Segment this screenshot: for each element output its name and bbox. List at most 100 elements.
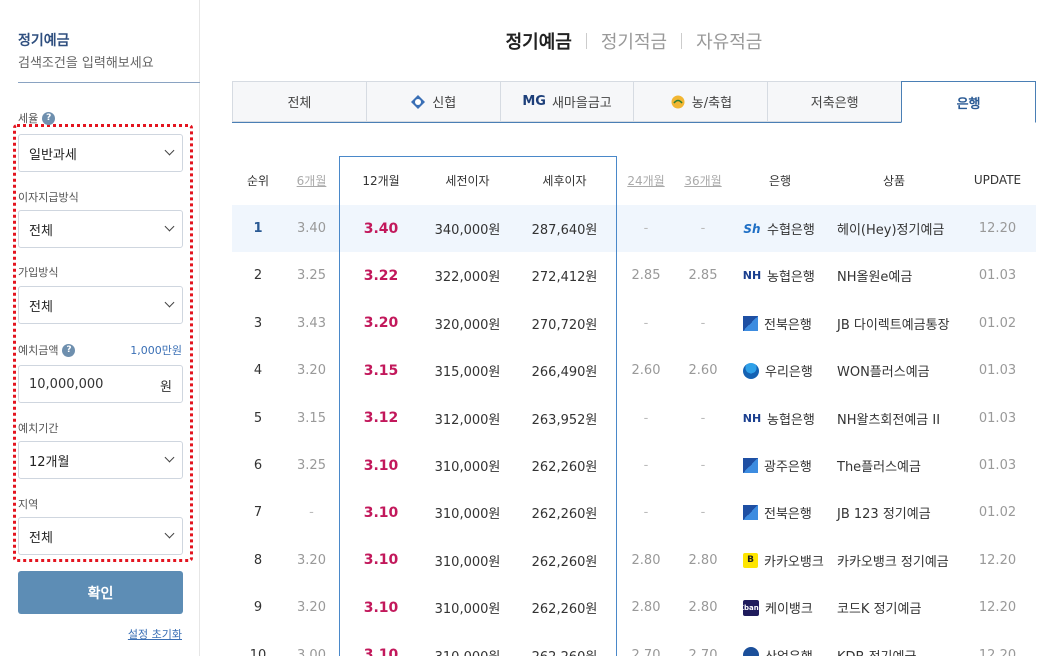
aftertax-interest-cell: 262,260원 xyxy=(531,554,598,570)
tab-saemaeul[interactable]: MG 새마을금고 xyxy=(499,81,634,122)
product-name-link[interactable]: NH올원e예금 xyxy=(829,266,959,285)
pretax-interest-cell: 310,000원 xyxy=(434,460,501,475)
kakaobank-logo-icon: B xyxy=(743,552,758,568)
rate-6m-cell: 3.25 xyxy=(297,458,326,473)
rate-36m-cell: - xyxy=(700,410,706,426)
table-row[interactable]: 7 - 3.10 310,000원 262,260원 - - 전북은행 JB 123 정기예금 0… xyxy=(232,489,1036,536)
bank-name: 우리은행 xyxy=(765,365,813,381)
confirm-button[interactable]: 확인 xyxy=(18,571,183,614)
rate-12m-cell: 3.10 xyxy=(363,504,399,521)
tab-all[interactable]: 전체 xyxy=(232,81,366,122)
pretax-interest-cell: 322,000원 xyxy=(434,270,501,286)
header-6m[interactable]: 6개월 xyxy=(284,172,339,189)
bank-cell[interactable]: Kbank 케이뱅크 xyxy=(731,598,829,617)
rate-6m-cell: 3.20 xyxy=(297,363,326,379)
table-row[interactable]: 3 3.43 3.20 320,000원 270,720원 - - 전북은행 JB 다이렉트예금… xyxy=(232,300,1036,347)
tax-select[interactable]: 일반과세 xyxy=(18,134,183,172)
amount-input[interactable]: 10,000,000 원 xyxy=(18,365,183,403)
rate-24m-cell: 2.60 xyxy=(631,363,661,379)
kbank-logo-icon: Kbank xyxy=(739,599,763,616)
table-row[interactable]: 10 3.00 3.10 310,000원262,260원 2.70 2.70 산업은행 KD… xyxy=(232,632,1036,656)
rate-6m-cell: 3.25 xyxy=(297,268,326,284)
product-name-link[interactable]: JB 다이렉트예금통장 xyxy=(829,314,959,333)
product-name-link[interactable]: 헤이(Hey)정기예금 xyxy=(829,219,959,238)
product-name-link[interactable]: NH왈츠회전예금 II xyxy=(829,409,959,428)
table-row[interactable]: 6 3.25 3.10 310,000원 262,260원 - - 광주은행 The플러스예금 0… xyxy=(232,442,1036,489)
bank-cell[interactable]: NH 농협은행 xyxy=(731,409,829,428)
jb-logo-icon xyxy=(743,315,758,331)
rate-36m-cell: 2.80 xyxy=(688,552,718,568)
rate-12m-cell: 3.40 xyxy=(363,220,399,237)
rate-12m-cell: 3.10 xyxy=(363,457,399,474)
bank-cell[interactable]: 산업은행 xyxy=(731,646,829,656)
tax-label: 세율 ? xyxy=(18,110,56,126)
product-name-link[interactable]: The플러스예금 xyxy=(829,456,959,475)
interest-method-select[interactable]: 전체 xyxy=(18,210,183,248)
pretax-interest-cell: 312,000원 xyxy=(434,412,501,428)
bank-name: 카카오뱅크 xyxy=(764,554,824,570)
tab-free-savings[interactable]: 자유적금 xyxy=(696,28,762,54)
rank-cell: 1 xyxy=(253,221,263,236)
pretax-interest-cell: 315,000원 xyxy=(434,365,501,381)
rate-12m-cell: 3.20 xyxy=(363,315,399,332)
header-36m[interactable]: 36개월 xyxy=(675,172,731,189)
table-row[interactable]: 5 3.15 3.12 312,000원 263,952원 - - NH 농협은행 NH왈츠회전예… xyxy=(232,395,1036,442)
header-pretax: 세전이자 xyxy=(445,173,490,188)
rate-table-header: 순위 6개월 12개월 세전이자 세후이자 24개월 36개월 은행 상품 UP… xyxy=(232,157,1036,203)
tab-fixed-deposit[interactable]: 정기예금 xyxy=(506,28,572,54)
header-24m[interactable]: 24개월 xyxy=(617,172,675,189)
kwangju-logo-icon xyxy=(743,458,758,473)
rank-cell: 8 xyxy=(253,552,263,568)
bank-cell[interactable]: 광주은행 xyxy=(731,456,829,475)
product-type-tabs: 정기예금 정기적금 자유적금 xyxy=(232,28,1036,54)
bank-cell[interactable]: B 카카오뱅크 xyxy=(731,551,829,570)
table-row[interactable]: 4 3.20 3.15 315,000원 266,490원 2.60 2.60 우리은행 WON… xyxy=(232,347,1036,394)
tab-installment-savings[interactable]: 정기적금 xyxy=(601,28,667,54)
tab-nonghyup[interactable]: 농/축협 xyxy=(633,81,768,122)
rate-24m-cell: - xyxy=(643,505,649,521)
update-date-cell: 01.03 xyxy=(978,410,1017,426)
join-method-select[interactable]: 전체 xyxy=(18,286,183,324)
table-row[interactable]: 8 3.20 3.10 310,000원 262,260원 2.80 2.80 B 카카오뱅크 카… xyxy=(232,537,1036,584)
shinhyup-logo-icon xyxy=(411,94,426,109)
period-select[interactable]: 12개월 xyxy=(18,441,183,479)
table-row[interactable]: 1 3.40 3.40 340,000원 287,640원 - - Sh 수협은행 헤이(Hey)… xyxy=(232,205,1036,252)
rank-cell: 2 xyxy=(253,268,263,284)
rate-36m-cell: 2.80 xyxy=(688,600,718,616)
region-select[interactable]: 전체 xyxy=(18,517,183,555)
update-date-cell: 01.03 xyxy=(978,268,1017,284)
help-icon[interactable]: ? xyxy=(62,343,76,357)
product-name-link[interactable]: WON플러스예금 xyxy=(829,361,959,380)
bank-cell[interactable]: Sh 수협은행 xyxy=(731,219,829,239)
rate-36m-cell: - xyxy=(700,458,706,473)
rate-24m-cell: 2.70 xyxy=(631,647,661,656)
rate-36m-cell: 2.60 xyxy=(688,363,718,379)
nh-logo-icon: NH xyxy=(742,269,762,283)
table-row[interactable]: 9 3.20 3.10 310,000원 262,260원 2.80 2.80 Kbank 케이… xyxy=(232,584,1036,631)
bank-name: 전북은행 xyxy=(764,317,812,333)
product-name-link[interactable]: JB 123 정기예금 xyxy=(829,503,959,522)
product-name-link[interactable]: 카카오뱅크 정기예금 xyxy=(829,551,959,570)
header-12m[interactable]: 12개월 xyxy=(339,172,423,189)
rate-24m-cell: - xyxy=(643,221,649,236)
tab-savings-bank[interactable]: 저축은행 xyxy=(767,81,902,122)
update-date-cell: 01.02 xyxy=(978,505,1017,521)
bank-name: 전북은행 xyxy=(764,507,812,523)
bank-cell[interactable]: NH 농협은행 xyxy=(731,266,829,285)
bank-category-tabs: 전체 신협 MG 새마을금고 농/축협 저축은행 은행 xyxy=(232,81,1036,123)
bank-cell[interactable]: 우리은행 xyxy=(731,361,829,380)
bank-cell[interactable]: 전북은행 xyxy=(731,314,829,333)
table-row[interactable]: 2 3.25 3.22 322,000원 272,412원 2.85 2.85 NH 농협은행 N… xyxy=(232,252,1036,299)
bank-cell[interactable]: 전북은행 xyxy=(731,503,829,522)
tab-bank[interactable]: 은행 xyxy=(901,81,1036,123)
update-date-cell: 12.20 xyxy=(978,600,1017,616)
sidebar-subtitle: 검색조건을 입력해보세요 xyxy=(18,56,154,71)
tab-shinhyup[interactable]: 신협 xyxy=(365,81,500,122)
help-icon[interactable]: ? xyxy=(42,111,56,125)
product-name-link[interactable]: KDB 정기예금 xyxy=(829,646,959,656)
rate-24m-cell: 2.80 xyxy=(631,600,661,616)
rate-36m-cell: - xyxy=(700,221,706,236)
reset-settings-link[interactable]: 설정 초기화 xyxy=(128,626,182,642)
rate-36m-cell: - xyxy=(700,315,706,331)
product-name-link[interactable]: 코드K 정기예금 xyxy=(829,598,959,617)
